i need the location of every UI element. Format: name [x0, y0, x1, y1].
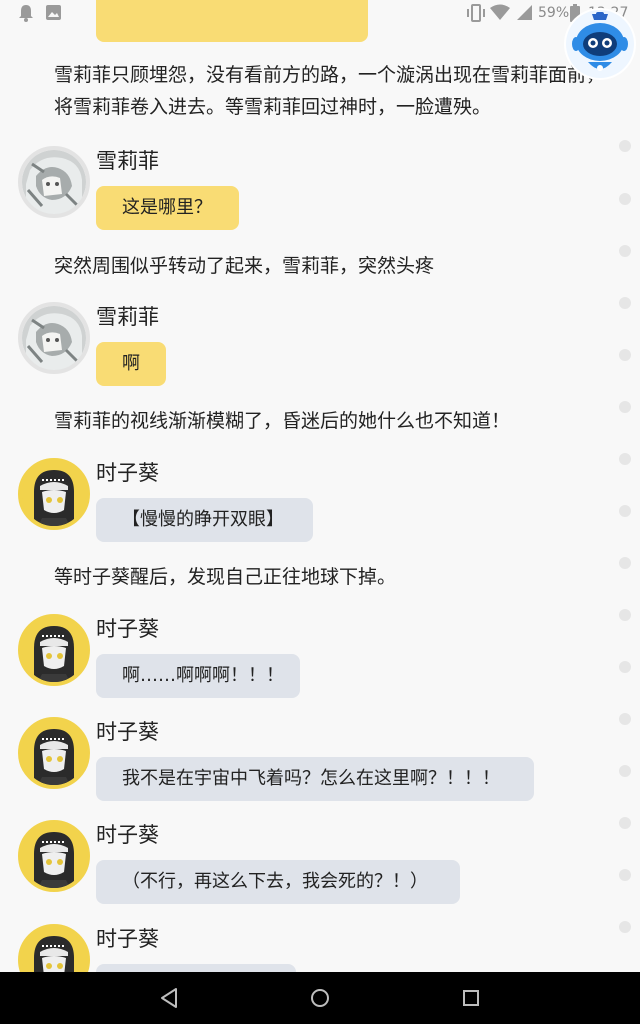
speaker-name: 时子葵	[96, 617, 159, 641]
avatar-shiziqui-image	[22, 462, 86, 526]
story-feed[interactable]: 雪莉菲只顾埋怨，没有看前方的路，一个漩涡出现在雪莉菲面前，将雪莉菲卷入进去。等雪…	[0, 0, 640, 972]
message-text: 【慢慢的睁开双眼】	[122, 509, 284, 530]
narration-text: 雪莉菲只顾埋怨，没有看前方的路，一个漩涡出现在雪莉菲面前，将雪莉菲卷入进去。等雪…	[54, 64, 606, 118]
scroll-rail-dot	[619, 765, 631, 777]
signal-icon	[516, 4, 533, 25]
scroll-rail-dot	[619, 661, 631, 673]
message-text: 这是哪里？	[122, 197, 212, 218]
avatar-shiziqui[interactable]	[18, 820, 90, 892]
wifi-icon	[490, 4, 510, 25]
floating-assistant-button[interactable]	[562, 6, 638, 82]
notification-icon	[18, 4, 34, 26]
message-row: 时子葵	[0, 924, 620, 972]
status-bar: 59% 13:27	[0, 0, 640, 28]
scroll-rail-dot	[619, 817, 631, 829]
robot-icon	[564, 8, 636, 80]
avatar-xuelifei-image	[22, 150, 86, 214]
scroll-rail-dot	[619, 869, 631, 881]
narration-paragraph: 雪莉菲的视线渐渐模糊了，昏迷后的她什么也不知道！	[54, 405, 634, 437]
avatar-shiziqui-image	[22, 618, 86, 682]
message-text: 我不是在宇宙中飞着吗？怎么在这里啊？！！！	[122, 768, 500, 789]
message-text: （不行，再这么下去，我会死的？！）	[122, 871, 428, 892]
message-bubble[interactable]: 啊	[96, 342, 166, 386]
message-text: 啊	[122, 353, 140, 374]
narration-paragraph: 雪莉菲只顾埋怨，没有看前方的路，一个漩涡出现在雪莉菲面前，将雪莉菲卷入进去。等雪…	[54, 59, 614, 123]
scroll-rail-dot	[619, 557, 631, 569]
message-text: 啊……啊啊啊！！！	[122, 665, 284, 686]
scroll-rail-dot	[619, 921, 631, 933]
avatar-shiziqui-image	[22, 928, 86, 972]
message-bubble[interactable]: 这是哪里？	[96, 186, 239, 230]
message-row: 时子葵 （不行，再这么下去，我会死的？！）	[0, 820, 620, 912]
scroll-rail-dot	[619, 349, 631, 361]
narration-paragraph: 突然周围似乎转动了起来，雪莉菲，突然头疼	[54, 250, 634, 282]
avatar-shiziqui-image	[22, 824, 86, 888]
avatar-shiziqui[interactable]	[18, 614, 90, 686]
scroll-rail-dot	[619, 401, 631, 413]
message-bubble[interactable]: 啊……啊啊啊！！！	[96, 654, 300, 698]
avatar-xuelifei-image	[22, 306, 86, 370]
message-row: 时子葵 【慢慢的睁开双眼】	[0, 458, 620, 550]
narration-text: 雪莉菲的视线渐渐模糊了，昏迷后的她什么也不知道！	[54, 410, 511, 432]
message-bubble[interactable]: 【慢慢的睁开双眼】	[96, 498, 313, 542]
speaker-name: 时子葵	[96, 720, 159, 744]
avatar-shiziqui-image	[22, 721, 86, 785]
narration-text: 等时子葵醒后，发现自己正往地球下掉。	[54, 566, 397, 588]
scroll-rail-dot	[619, 245, 631, 257]
message-row: 雪莉菲 啊	[0, 302, 620, 394]
recents-icon[interactable]	[460, 986, 482, 1014]
avatar-xuelifei[interactable]	[18, 302, 90, 374]
speaker-name: 雪莉菲	[96, 305, 159, 329]
narration-text: 突然周围似乎转动了起来，雪莉菲，突然头疼	[54, 255, 435, 277]
avatar-xuelifei[interactable]	[18, 146, 90, 218]
avatar-shiziqui[interactable]	[18, 458, 90, 530]
message-row: 时子葵 啊……啊啊啊！！！	[0, 614, 620, 706]
scroll-rail-dot	[619, 193, 631, 205]
scroll-rail-dot	[619, 609, 631, 621]
message-bubble[interactable]: 我不是在宇宙中飞着吗？怎么在这里啊？！！！	[96, 757, 534, 801]
message-bubble[interactable]: （不行，再这么下去，我会死的？！）	[96, 860, 460, 904]
scroll-rail-dot	[619, 505, 631, 517]
scroll-rail-dot	[619, 713, 631, 725]
message-bubble[interactable]	[96, 964, 296, 972]
narration-paragraph: 等时子葵醒后，发现自己正往地球下掉。	[54, 561, 634, 593]
back-icon[interactable]	[158, 986, 180, 1014]
speaker-name: 时子葵	[96, 461, 159, 485]
home-icon[interactable]	[309, 986, 331, 1014]
system-navigation-bar	[0, 972, 640, 1024]
message-row: 雪莉菲 这是哪里？	[0, 146, 620, 238]
speaker-name: 雪莉菲	[96, 149, 159, 173]
scroll-rail-dot	[619, 453, 631, 465]
photo-icon	[45, 4, 62, 25]
reader-screen: 雪莉菲只顾埋怨，没有看前方的路，一个漩涡出现在雪莉菲面前，将雪莉菲卷入进去。等雪…	[0, 0, 640, 1024]
message-row: 时子葵 我不是在宇宙中飞着吗？怎么在这里啊？！！！	[0, 717, 620, 809]
avatar-shiziqui[interactable]	[18, 924, 90, 972]
avatar-shiziqui[interactable]	[18, 717, 90, 789]
scroll-rail-dot	[619, 140, 631, 152]
scroll-rail-dot	[619, 297, 631, 309]
speaker-name: 时子葵	[96, 927, 159, 951]
speaker-name: 时子葵	[96, 823, 159, 847]
vibrate-icon	[466, 4, 486, 26]
